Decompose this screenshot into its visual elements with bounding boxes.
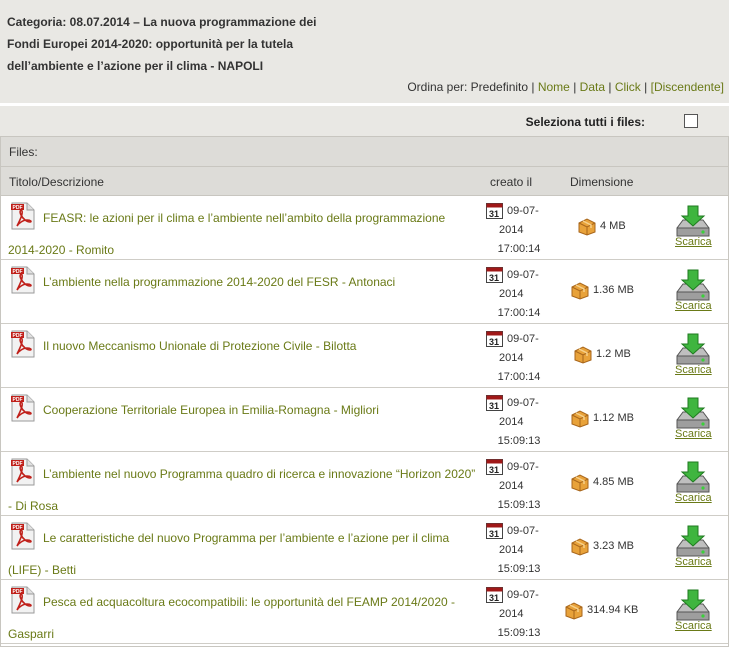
column-title: Titolo/Descrizione [9, 175, 104, 189]
file-title-link[interactable]: FEASR: le azioni per il clima e l’ambien… [8, 211, 445, 257]
file-size: 1.36 MB [593, 284, 634, 296]
download-link[interactable]: Scarica [675, 428, 712, 440]
file-title-wrap: Pesca ed acquacoltura ecocompatibili: le… [8, 586, 478, 650]
package-icon [570, 410, 590, 428]
package-icon [570, 474, 590, 492]
file-title-link[interactable]: L’ambiente nel nuovo Programma quadro di… [8, 467, 475, 513]
file-title-link[interactable]: Le caratteristiche del nuovo Programma p… [8, 531, 449, 577]
table-header: Titolo/Descrizione creato il Dimensione [1, 167, 728, 196]
column-size: Dimensione [570, 175, 634, 189]
file-date: 09-07- 2014 [499, 205, 539, 236]
file-time: 17:00:14 [497, 243, 541, 255]
file-title-wrap: Le caratteristiche del nuovo Programma p… [8, 522, 478, 586]
file-row: Cooperazione Territoriale Europea in Emi… [1, 388, 728, 452]
file-row: Il nuovo Meccanismo Unionale di Protezio… [1, 324, 728, 388]
sort-label: Ordina per: Predefinito | [407, 80, 535, 94]
file-title-wrap: FEASR: le azioni per il clima e l’ambien… [8, 202, 478, 266]
package-icon [570, 282, 590, 300]
select-all-bar: Seleziona tutti i files: [0, 106, 729, 136]
file-date: 09-07- 2014 [499, 461, 539, 492]
file-size: 3.23 MB [593, 540, 634, 552]
package-icon [577, 218, 597, 236]
file-title-wrap: L’ambiente nel nuovo Programma quadro di… [8, 458, 478, 522]
file-created-date: 09-07- 2014 17:00:14 [489, 202, 549, 259]
sort-by-name-link[interactable]: Nome [538, 80, 570, 94]
file-title-link[interactable]: Il nuovo Meccanismo Unionale di Protezio… [43, 339, 356, 353]
category-header: Categoria: 08.07.2014 – La nuova program… [0, 0, 729, 103]
file-created-date: 09-07- 2014 15:09:13 [489, 458, 549, 515]
sort-by-click-link[interactable]: Click [615, 80, 641, 94]
category-title: Categoria: 08.07.2014 – La nuova program… [7, 15, 317, 73]
file-date: 09-07- 2014 [499, 333, 539, 364]
file-title-link[interactable]: Cooperazione Territoriale Europea in Emi… [43, 403, 379, 417]
file-size: 4 MB [600, 220, 626, 232]
package-icon [564, 602, 584, 620]
download-link[interactable]: Scarica [675, 620, 712, 632]
file-list: FEASR: le azioni per il clima e l’ambien… [1, 196, 728, 644]
file-row: Le caratteristiche del nuovo Programma p… [1, 516, 728, 580]
file-time: 17:00:14 [497, 307, 541, 319]
file-created-date: 09-07- 2014 15:09:13 [489, 586, 549, 643]
file-created-date: 09-07- 2014 15:09:13 [489, 394, 549, 451]
select-all-checkbox[interactable] [684, 114, 698, 128]
file-time: 15:09:13 [497, 435, 541, 447]
file-time: 15:09:13 [497, 627, 541, 639]
file-date: 09-07- 2014 [499, 397, 539, 428]
file-time: 17:00:14 [497, 371, 541, 383]
files-table: Files: Titolo/Descrizione creato il Dime… [0, 136, 729, 647]
file-title-link[interactable]: Pesca ed acquacoltura ecocompatibili: le… [8, 595, 455, 641]
file-size: 1.12 MB [593, 412, 634, 424]
download-link[interactable]: Scarica [675, 492, 712, 504]
download-link[interactable]: Scarica [675, 236, 712, 248]
file-time: 15:09:13 [497, 499, 541, 511]
file-row: L’ambiente nel nuovo Programma quadro di… [1, 452, 728, 516]
file-category-page: Categoria: 08.07.2014 – La nuova program… [0, 0, 729, 647]
file-size: 314.94 KB [587, 604, 639, 616]
package-icon [573, 346, 593, 364]
download-link[interactable]: Scarica [675, 364, 712, 376]
file-created-date: 09-07- 2014 15:09:13 [489, 522, 549, 579]
file-size: 4.85 MB [593, 476, 634, 488]
package-icon [570, 538, 590, 556]
sort-descending-link[interactable]: [Discendente] [651, 80, 724, 94]
file-created-date: 09-07- 2014 17:00:14 [489, 266, 549, 323]
file-date: 09-07- 2014 [499, 525, 539, 556]
sort-by-date-link[interactable]: Data [580, 80, 605, 94]
download-link[interactable]: Scarica [675, 556, 712, 568]
file-row: L’ambiente nella programmazione 2014-202… [1, 260, 728, 324]
file-date: 09-07- 2014 [499, 589, 539, 620]
file-title-wrap: Il nuovo Meccanismo Unionale di Protezio… [8, 330, 478, 362]
file-time: 15:09:13 [497, 563, 541, 575]
file-title-wrap: Cooperazione Territoriale Europea in Emi… [8, 394, 478, 426]
select-all-label: Seleziona tutti i files: [525, 115, 645, 129]
column-created: creato il [490, 175, 533, 189]
download-link[interactable]: Scarica [675, 300, 712, 312]
file-title-wrap: L’ambiente nella programmazione 2014-202… [8, 266, 478, 298]
file-size: 1.2 MB [596, 348, 631, 360]
files-section-label: Files: [1, 137, 728, 167]
file-date: 09-07- 2014 [499, 269, 539, 300]
sort-bar: Ordina per: Predefinito | Nome | Data | … [407, 80, 724, 94]
file-row: Pesca ed acquacoltura ecocompatibili: le… [1, 580, 728, 644]
file-created-date: 09-07- 2014 17:00:14 [489, 330, 549, 387]
file-title-link[interactable]: L’ambiente nella programmazione 2014-202… [43, 275, 395, 289]
file-row: FEASR: le azioni per il clima e l’ambien… [1, 196, 728, 260]
